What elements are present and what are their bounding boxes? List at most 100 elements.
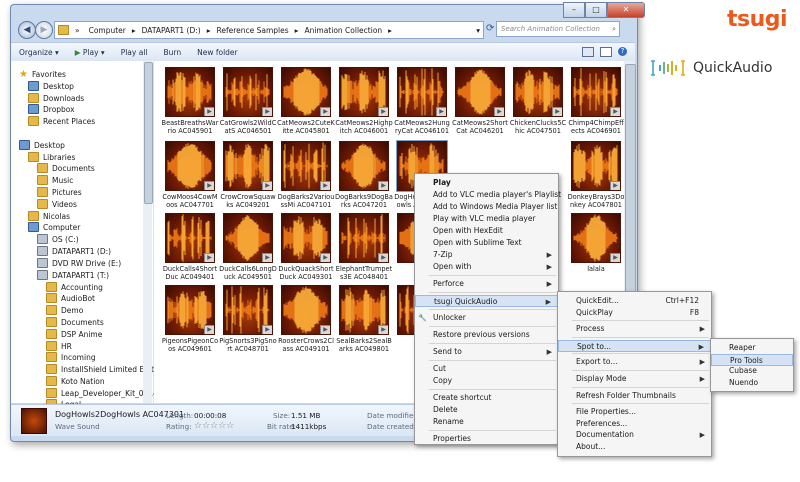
back-arrow-icon[interactable]: ◀ xyxy=(18,21,36,39)
menu-item-add-to-vlc-media-player-s-playlist[interactable]: Add to VLC media player's Playlist xyxy=(415,189,561,201)
menu-item-tsugi-quickaudio[interactable]: tsugi QuickAudio ▶ xyxy=(415,295,558,307)
forward-arrow-icon[interactable]: ▶ xyxy=(35,21,53,39)
organize-button[interactable]: Organize ▾ xyxy=(11,48,67,57)
menu-item-open-with[interactable]: Open with ▶ xyxy=(415,261,558,273)
menu-item-documentation[interactable]: Documentation ▶ xyxy=(558,429,711,441)
close-icon[interactable]: ✕ xyxy=(607,2,645,18)
burn-button[interactable]: Burn xyxy=(156,48,190,57)
rating-stars[interactable]: ☆☆☆☆☆ xyxy=(194,421,234,431)
play-button[interactable]: ▶ Play ▾ xyxy=(67,48,113,57)
file-tile[interactable]: ▶ ElephantTrumpets3E AC048401 xyxy=(335,213,393,281)
nav-item-documents[interactable]: Documents xyxy=(46,317,104,327)
nav-item-dvd-rw-drive-e-[interactable]: DVD RW Drive (E:) xyxy=(37,258,121,268)
menu-item-about[interactable]: About... xyxy=(558,441,711,453)
menu-item-play-with-vlc-media-player[interactable]: Play with VLC media player xyxy=(415,213,558,225)
menu-item-refresh-folder-thumbnails[interactable]: Refresh Folder Thumbnails xyxy=(558,390,711,402)
file-tile[interactable]: ▶ CrowCrowSquawks AC049201 xyxy=(219,141,277,209)
file-tile[interactable]: ▶ DuckCalls4ShortDuc AC049401 xyxy=(161,213,219,281)
menu-item-cubase[interactable]: Cubase xyxy=(711,365,793,377)
breadcrumb-separator[interactable]: ▸ xyxy=(388,26,392,35)
nav-item-libraries[interactable]: Libraries xyxy=(28,152,75,162)
breadcrumb-separator[interactable]: ▸ xyxy=(207,26,211,35)
menu-item-pro-tools[interactable]: Pro Tools xyxy=(711,353,793,366)
file-tile[interactable]: ▶ DogBarks9DogBarks AC047201 xyxy=(335,141,393,209)
content-scrollbar-thumb[interactable] xyxy=(625,64,636,296)
menu-item-reaper[interactable]: Reaper xyxy=(711,342,793,354)
change-view-icon[interactable] xyxy=(582,47,594,57)
address-dropdown-icon[interactable]: ▾ xyxy=(476,26,480,35)
menu-item-cut[interactable]: Cut xyxy=(415,363,558,375)
breadcrumb-item[interactable]: DATAPART1 (D:) xyxy=(142,26,201,35)
nav-item-incoming[interactable]: Incoming xyxy=(46,352,96,362)
help-icon[interactable]: ? xyxy=(618,47,627,56)
menu-item-quickedit[interactable]: QuickEdit... Ctrl+F12 xyxy=(558,295,711,307)
maximize-icon[interactable]: □ xyxy=(585,2,607,18)
menu-item-display-mode[interactable]: Display Mode ▶ xyxy=(558,373,711,385)
menu-item-unlocker[interactable]: 🔧 Unlocker xyxy=(415,312,558,324)
nav-item-desktop[interactable]: Desktop xyxy=(19,140,65,150)
menu-item-properties[interactable]: Properties xyxy=(415,433,558,445)
file-tile[interactable]: ▶ CatMeows2Highpitch AC046001 xyxy=(335,67,393,135)
file-tile[interactable]: ▶ SealBarks2SealBarks AC049801 xyxy=(335,285,393,353)
navigation-scrollbar-thumb[interactable] xyxy=(144,62,153,204)
preview-pane-icon[interactable] xyxy=(600,47,612,57)
breadcrumb-separator[interactable]: ▸ xyxy=(132,26,136,35)
menu-item-preferences[interactable]: Preferences... xyxy=(558,418,711,430)
nav-item-desktop[interactable]: Desktop xyxy=(28,81,74,91)
nav-item-audiobot[interactable]: AudioBot xyxy=(46,293,95,303)
menu-item-process[interactable]: Process ▶ xyxy=(558,323,711,335)
breadcrumb-item[interactable]: Animation Collection xyxy=(304,26,382,35)
menu-item-create-shortcut[interactable]: Create shortcut xyxy=(415,392,558,404)
menu-item-file-properties[interactable]: File Properties... xyxy=(558,406,711,418)
file-tile[interactable]: ▶ CatMeows2CuteKitte AC045801 xyxy=(277,67,335,135)
file-tile[interactable]: ▶ PigSnorts3PigSnort AC048701 xyxy=(219,285,277,353)
nav-item-nicolas[interactable]: Nicolas xyxy=(28,211,70,221)
file-tile[interactable]: ▶ RoosterCrows2Class AC049101 xyxy=(277,285,335,353)
nav-item-hr[interactable]: HR xyxy=(46,341,72,351)
nav-item-accounting[interactable]: Accounting xyxy=(46,282,103,292)
menu-item-spot-to[interactable]: Spot to... ▶ xyxy=(558,339,711,352)
nav-item-demo[interactable]: Demo xyxy=(46,305,83,315)
nav-item-dropbox[interactable]: Dropbox xyxy=(28,104,75,114)
menu-item-open-with-sublime-text[interactable]: Open with Sublime Text xyxy=(415,237,558,249)
nav-item-computer[interactable]: Computer xyxy=(28,222,80,232)
minimize-icon[interactable]: – xyxy=(563,2,585,18)
menu-item-send-to[interactable]: Send to ▶ xyxy=(415,346,558,358)
file-tile[interactable]: ▶ DuckCalls6LongDuck AC049501 xyxy=(219,213,277,281)
file-tile[interactable]: ▶ ChickenClucks5Chic AC047501 xyxy=(509,67,567,135)
file-tile[interactable]: ▶ CatMeows2HungryCat AC046101 xyxy=(393,67,451,135)
play-all-button[interactable]: Play all xyxy=(113,48,156,57)
nav-item-datapart1-d-[interactable]: DATAPART1 (D:) xyxy=(37,246,111,256)
nav-item-os-c-[interactable]: OS (C:) xyxy=(37,234,79,244)
nav-item-recent-places[interactable]: Recent Places xyxy=(28,116,95,126)
menu-item-export-to[interactable]: Export to... ▶ xyxy=(558,356,711,368)
nav-item-datapart1-t-[interactable]: DATAPART1 (T:) xyxy=(37,270,109,280)
menu-item-nuendo[interactable]: Nuendo xyxy=(711,377,793,389)
menu-item-quickplay[interactable]: QuickPlay F8 xyxy=(558,307,711,319)
new-folder-button[interactable]: New folder xyxy=(189,48,246,57)
nav-item-music[interactable]: Music xyxy=(37,175,73,185)
file-tile[interactable]: ▶ DogBarks2VarioussMi AC047101 xyxy=(277,141,335,209)
nav-item-koto-nation[interactable]: Koto Nation xyxy=(46,376,105,386)
breadcrumb-separator[interactable]: ▸ xyxy=(295,26,299,35)
file-tile[interactable]: ▶ CatGrowls2WildCatS AC046501 xyxy=(219,67,277,135)
nav-item-dsp-anime[interactable]: DSP Anime xyxy=(46,329,102,339)
menu-item-play[interactable]: Play xyxy=(415,177,558,189)
file-tile[interactable]: ▶ CatMeows2ShortCat AC046201 xyxy=(451,67,509,135)
file-tile[interactable]: ▶ DuckQuackShortDuck AC049301 xyxy=(277,213,335,281)
menu-item-restore-previous-versions[interactable]: Restore previous versions xyxy=(415,329,558,341)
menu-item-rename[interactable]: Rename xyxy=(415,416,558,428)
refresh-icon[interactable]: ⟳ xyxy=(486,23,494,34)
menu-item-delete[interactable]: Delete xyxy=(415,404,558,416)
nav-item-pictures[interactable]: Pictures xyxy=(37,187,82,197)
menu-item-add-to-windows-media-player-list[interactable]: Add to Windows Media Player list xyxy=(415,201,558,213)
file-tile[interactable]: ▶ CowMoos4CowMoos AC047701 xyxy=(161,141,219,209)
nav-item-favorites[interactable]: ★ Favorites xyxy=(19,69,66,80)
file-tile[interactable]: ▶ PigeonsPigeonCoos AC049601 xyxy=(161,285,219,353)
search-input[interactable]: Search Animation Collection ⌕ xyxy=(496,21,620,37)
nav-item-videos[interactable]: Videos xyxy=(37,199,77,209)
file-tile[interactable]: ▶ Chimp4ChimpEffects AC046901 xyxy=(567,67,625,135)
menu-item-copy[interactable]: Copy xyxy=(415,375,558,387)
file-tile[interactable]: ▶ DonkeyBrays3Donkey AC047801 xyxy=(567,141,625,209)
menu-item-open-with-hexedit[interactable]: Open with HexEdit xyxy=(415,225,558,237)
